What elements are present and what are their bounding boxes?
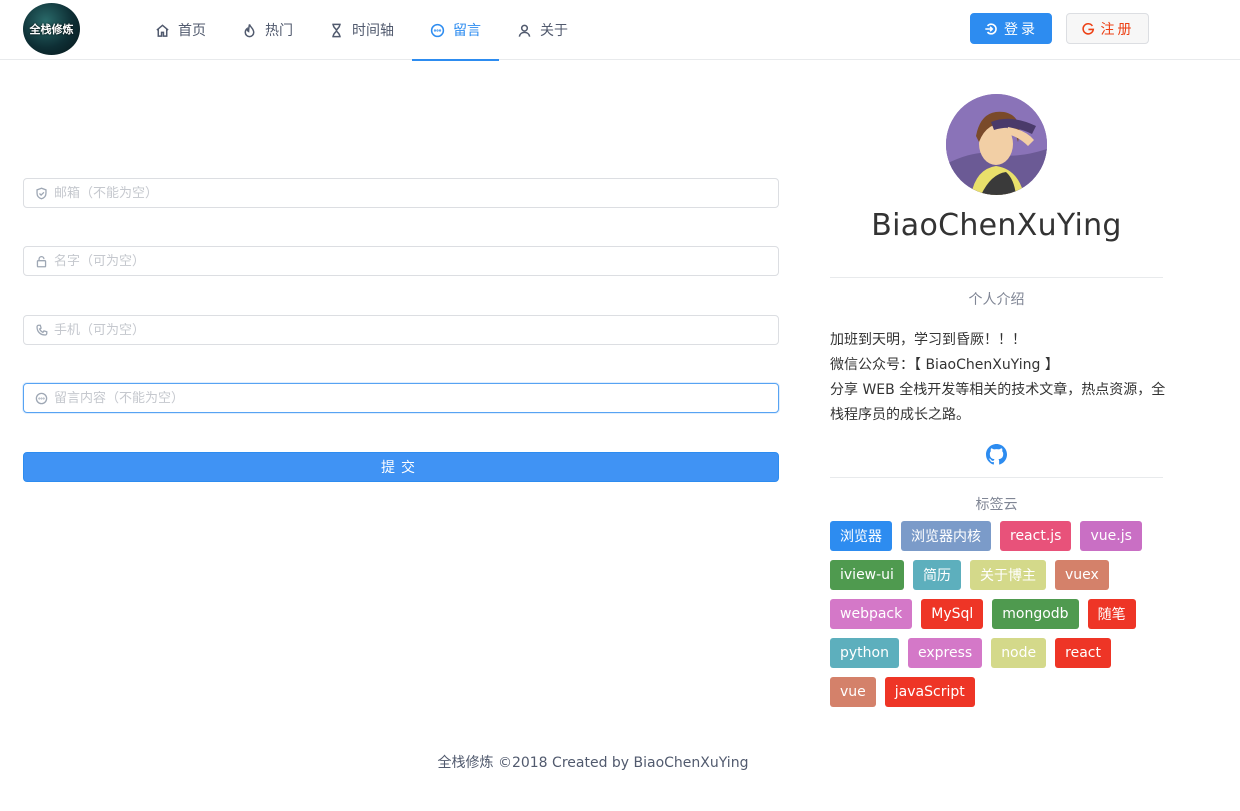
tag-item[interactable]: express [907, 638, 983, 668]
login-button[interactable]: 登录 [970, 13, 1052, 44]
tag-item[interactable]: react.js [1000, 521, 1072, 551]
flame-icon [244, 23, 255, 37]
email-field[interactable] [23, 178, 779, 208]
nav-item-label: 留言 [453, 23, 481, 39]
avatar [946, 94, 1047, 195]
tag-item[interactable]: webpack [830, 599, 913, 629]
register-label: 注册 [1100, 21, 1135, 38]
intro-title: 个人介绍 [968, 292, 1025, 308]
logo-text: 全栈修炼 [29, 23, 74, 36]
tag-item[interactable]: 随笔 [1087, 599, 1136, 629]
tag-item[interactable]: 浏览器内核 [901, 521, 991, 551]
user-icon [518, 24, 531, 37]
tag-item[interactable]: MySql [921, 599, 984, 629]
hourglass-icon [332, 23, 341, 37]
phone-icon [36, 324, 48, 336]
tag-item[interactable]: node [991, 638, 1047, 668]
tag-item[interactable]: vue [830, 677, 876, 707]
intro-text: 加班到天明，学习到昏厥！！！ 微信公众号：【 BiaoChenXuYing 】 … [830, 328, 1170, 428]
message-icon [35, 392, 48, 404]
email-input[interactable] [54, 185, 754, 201]
nav-item-home[interactable]: 首页 [137, 0, 224, 60]
github-icon[interactable] [986, 444, 1007, 465]
divider [830, 277, 1163, 278]
submit-button[interactable]: 提交 [23, 452, 779, 482]
tag-item[interactable]: javaScript [884, 677, 975, 707]
message-input[interactable] [54, 390, 754, 406]
tag-item[interactable]: python [830, 638, 899, 668]
tag-item[interactable]: 关于博主 [969, 560, 1046, 590]
nav-item-label: 首页 [178, 23, 206, 39]
phone-field[interactable] [23, 315, 779, 345]
phone-input[interactable] [54, 322, 754, 338]
tag-item[interactable]: react [1055, 638, 1111, 668]
message-field[interactable] [23, 383, 779, 413]
shield-icon [36, 187, 47, 199]
tag-item[interactable]: vue.js [1080, 521, 1142, 551]
tag-item[interactable]: vuex [1054, 560, 1109, 590]
login-label: 登录 [1004, 21, 1038, 38]
name-input[interactable] [54, 253, 754, 269]
top-nav-bar: 全栈修炼 首页 热门 时间轴 留言 关于 登录 注册 [0, 0, 1240, 61]
avatar-illustration [946, 94, 1047, 195]
profile-name: BiaoChenXuYing [871, 208, 1122, 243]
nav-item-hot[interactable]: 热门 [224, 0, 311, 60]
nav-item-label: 热门 [265, 23, 293, 39]
tag-item[interactable]: mongodb [992, 599, 1079, 629]
main-nav: 首页 热门 时间轴 留言 关于 [137, 0, 586, 61]
divider [830, 477, 1163, 478]
message-icon [430, 23, 445, 37]
tags-title: 标签云 [975, 497, 1018, 513]
google-icon [1081, 22, 1094, 35]
footer: 全栈修炼 ©2018 Created by BiaoChenXuYing [437, 755, 749, 771]
nav-item-message[interactable]: 留言 [412, 0, 499, 61]
register-button[interactable]: 注册 [1066, 13, 1149, 44]
nav-item-about[interactable]: 关于 [499, 0, 586, 60]
intro-line: 分享 WEB 全栈开发等相关的技术文章，热点资源，全栈程序员的成长之路。 [830, 382, 1166, 423]
nav-item-timeline[interactable]: 时间轴 [311, 0, 412, 60]
home-icon [156, 23, 169, 37]
tag-cloud: 浏览器 浏览器内核 react.js vue.js iview-ui 简历 关于博主 vuex… [830, 521, 1170, 716]
submit-label: 提交 [381, 460, 421, 476]
intro-line: 加班到天明，学习到昏厥！！！ [830, 332, 1026, 348]
nav-item-label: 时间轴 [352, 23, 394, 39]
tag-item[interactable]: 简历 [912, 560, 961, 590]
tag-item[interactable]: iview-ui [830, 560, 904, 590]
intro-line: 微信公众号：【 BiaoChenXuYing 】 [830, 357, 1059, 373]
lock-icon [36, 255, 47, 267]
nav-item-label: 关于 [540, 23, 568, 39]
login-icon [985, 22, 997, 35]
site-logo[interactable]: 全栈修炼 [23, 3, 80, 55]
name-field[interactable] [23, 246, 779, 276]
tag-item[interactable]: 浏览器 [830, 521, 892, 551]
